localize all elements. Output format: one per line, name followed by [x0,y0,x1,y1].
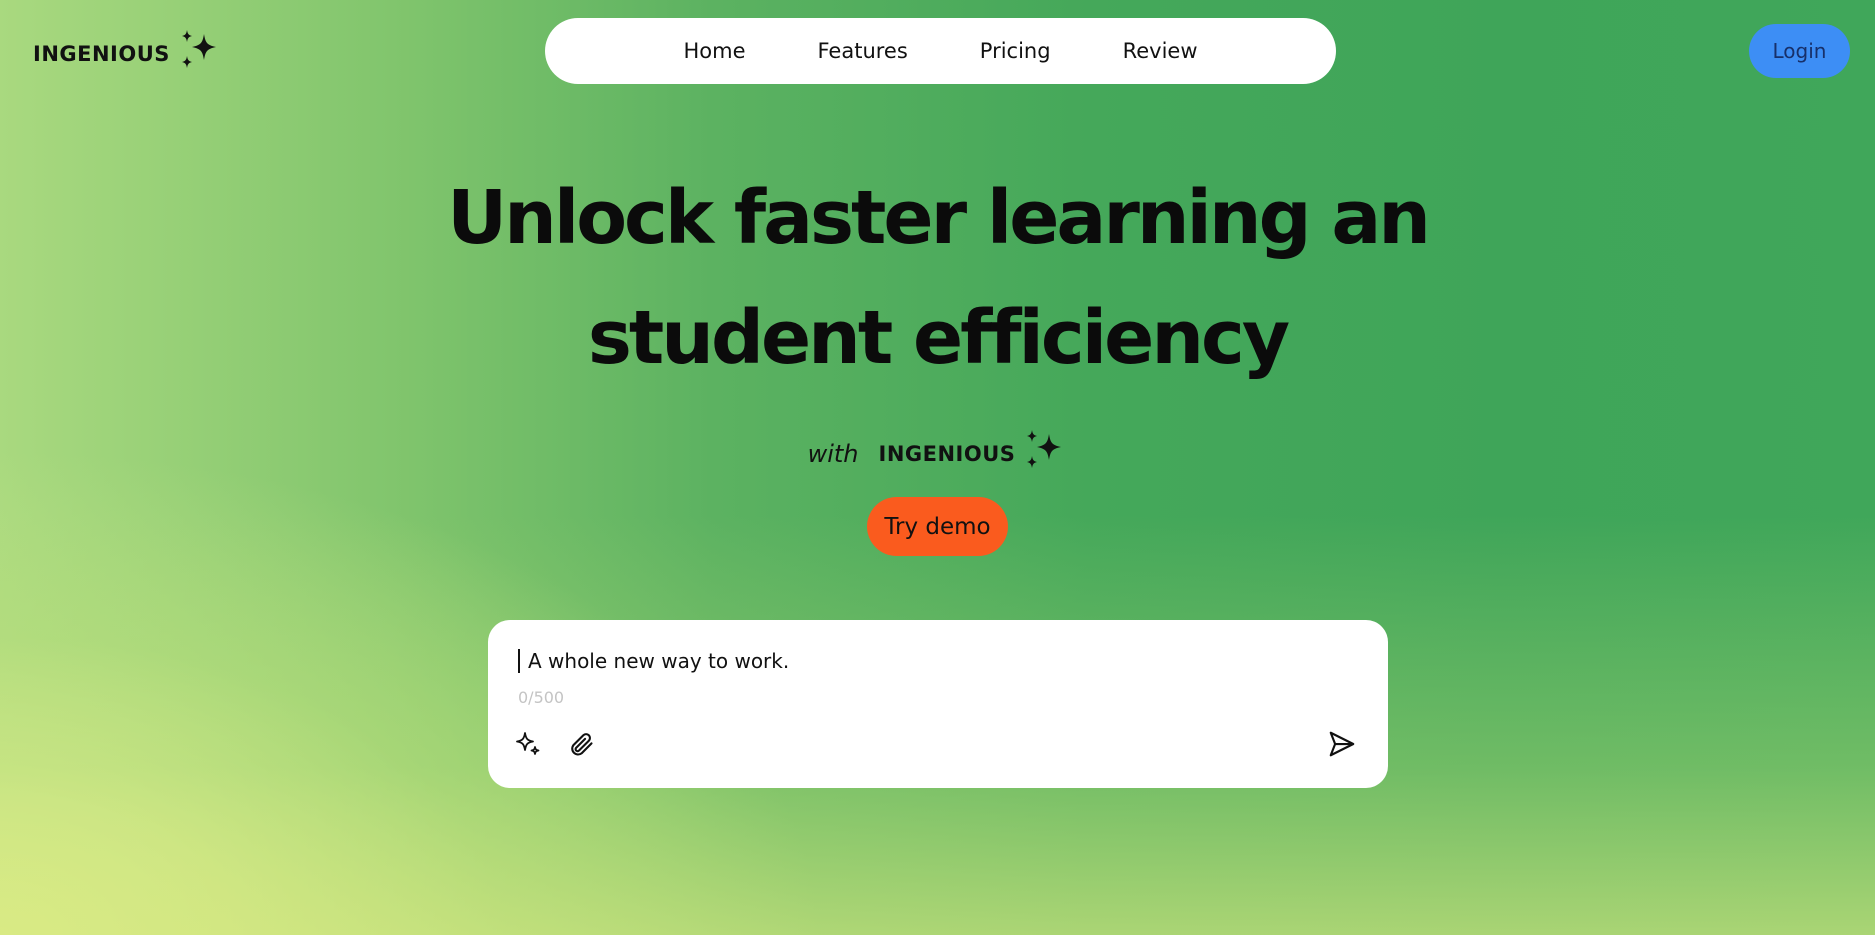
with-label: with [807,439,859,468]
sparkles-icon[interactable] [512,728,544,760]
nav-features[interactable]: Features [781,39,943,63]
nav-review[interactable]: Review [1087,39,1234,63]
prompt-text: A whole new way to work. [528,649,790,673]
hero-title-line-1: Unlock faster learning an [447,175,1431,261]
try-demo-button[interactable]: Try demo [867,497,1008,556]
nav-pricing[interactable]: Pricing [944,39,1087,63]
main-nav: Home Features Pricing Review [545,18,1336,84]
char-counter: 0/500 [518,688,565,707]
with-brand-row: with INGENIOUS [0,430,1875,477]
nav-home[interactable]: Home [647,39,781,63]
hero-brand: INGENIOUS [879,430,1068,477]
sparkles-icon [1023,430,1067,477]
text-caret [518,649,520,673]
brand-logo[interactable]: INGENIOUS [33,30,222,77]
paperclip-icon[interactable] [565,728,597,760]
hero-brand-name: INGENIOUS [878,441,1016,466]
hero-title-line-2: student efficiency [587,295,1290,381]
login-button[interactable]: Login [1749,24,1850,78]
sparkles-icon [178,30,222,77]
prompt-input[interactable]: A whole new way to work. [518,646,1338,676]
hero-title: Unlock faster learning an student effici… [0,158,1875,398]
prompt-composer: A whole new way to work. 0/500 [488,620,1388,788]
send-icon[interactable] [1326,728,1358,760]
brand-name: INGENIOUS [33,41,170,66]
